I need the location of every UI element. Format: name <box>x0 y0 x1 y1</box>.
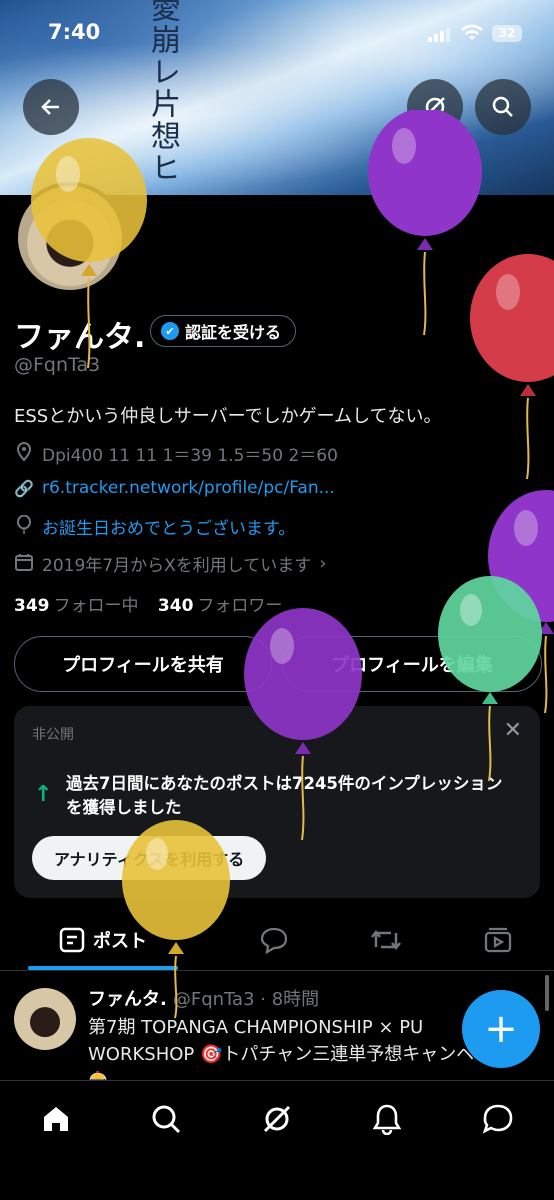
home-icon <box>44 1107 68 1131</box>
link-icon: 🔗 <box>14 478 34 498</box>
verified-badge-icon: ✔ <box>161 322 179 340</box>
message-icon <box>482 1104 513 1134</box>
balloon-green <box>438 576 542 782</box>
balloon-red <box>470 254 554 480</box>
location-text: Dpi400 11 11 1＝39 1.5＝50 2＝60 <box>42 446 338 466</box>
back-button[interactable] <box>23 79 79 135</box>
media-icon <box>484 927 512 953</box>
compose-button[interactable]: + <box>462 990 540 1068</box>
bottom-navigation <box>0 1080 554 1200</box>
scrollbar[interactable] <box>545 975 549 1011</box>
balloon-purple-1 <box>368 110 482 336</box>
tab-reposts[interactable] <box>356 910 416 970</box>
location-pin-icon <box>14 441 34 466</box>
status-bar: 7:40 32 <box>0 0 554 70</box>
verify-label: 認証を受ける <box>185 323 282 342</box>
profile-bio: ESSとかいう仲良しサーバーでしかゲームしてない。 <box>14 406 442 427</box>
balloon-icon <box>14 514 34 539</box>
nav-grok[interactable] <box>257 1099 297 1139</box>
post-icon <box>59 927 85 953</box>
calendar-icon <box>14 553 34 575</box>
birthday-text: お誕生日おめでとうございます。 <box>42 519 296 539</box>
signal-icon <box>428 28 450 42</box>
arrow-up-icon: ↑ <box>34 782 53 807</box>
status-time: 7:40 <box>48 20 101 44</box>
nav-search[interactable] <box>146 1099 186 1139</box>
profile-tabs: ポスト <box>0 910 554 971</box>
battery-icon: 32 <box>492 25 522 42</box>
search-icon <box>492 96 513 117</box>
following-count: 349 <box>14 596 50 616</box>
tab-replies[interactable] <box>244 910 304 970</box>
share-profile-button[interactable]: プロフィールを共有 <box>14 636 272 692</box>
following-label: フォロー中 <box>53 596 139 616</box>
balloon-yellow-2 <box>122 820 230 1019</box>
arrow-left-icon <box>41 99 59 115</box>
grok-icon <box>263 1105 291 1133</box>
profile-joined[interactable]: 2019年7月からXを利用しています › <box>14 551 326 576</box>
reply-icon <box>260 927 288 954</box>
private-label: 非公開 <box>32 727 74 743</box>
post-avatar[interactable] <box>14 988 76 1050</box>
nav-notifications[interactable] <box>367 1099 407 1139</box>
balloon-yellow-1 <box>31 138 147 369</box>
plus-icon: + <box>484 1006 518 1052</box>
repost-icon <box>371 929 401 951</box>
profile-birthday: お誕生日おめでとうございます。 <box>14 514 295 539</box>
nav-home[interactable] <box>36 1099 76 1139</box>
followers-count: 340 <box>157 596 194 616</box>
get-verified-button[interactable]: ✔ 認証を受ける <box>150 315 297 347</box>
wifi-icon <box>460 24 484 47</box>
link-text[interactable]: r6.tracker.network/profile/pc/Fan... <box>42 478 335 498</box>
profile-link[interactable]: 🔗 r6.tracker.network/profile/pc/Fan... <box>14 478 335 498</box>
tab-media[interactable] <box>468 910 528 970</box>
profile-location: Dpi400 11 11 1＝39 1.5＝50 2＝60 <box>14 441 338 466</box>
search-icon <box>152 1105 181 1134</box>
bell-icon <box>372 1104 402 1135</box>
joined-text: 2019年7月からXを利用しています <box>42 556 312 576</box>
balloon-purple-3 <box>244 608 362 841</box>
nav-messages[interactable] <box>478 1099 518 1139</box>
chevron-right-icon: › <box>319 553 327 574</box>
following-link[interactable]: 349 フォロー中 <box>14 596 139 616</box>
